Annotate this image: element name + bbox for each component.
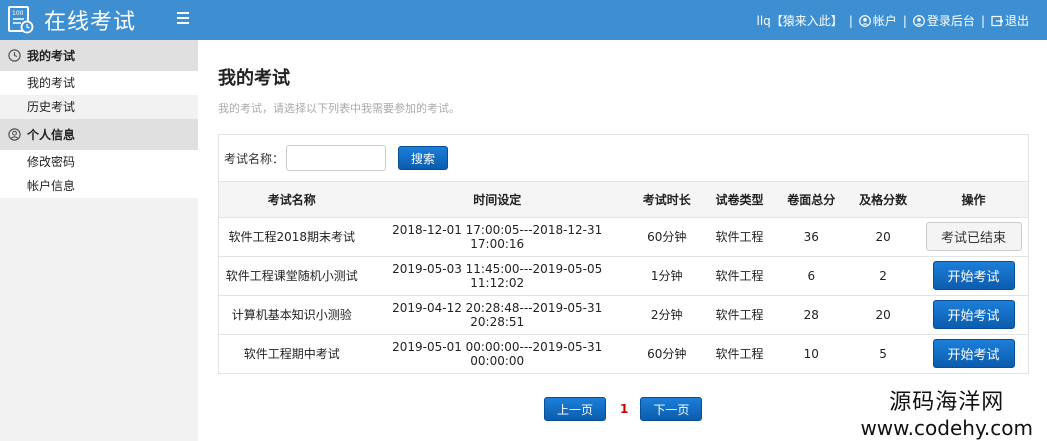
top-navbar: 100 在线考试 llq【猿来入此】 | 帐户 | 登录后台 | 退出: [0, 0, 1047, 40]
admin-login-link[interactable]: 登录后台: [913, 12, 975, 29]
exam-pass: 20: [847, 216, 919, 256]
separator: |: [980, 13, 985, 28]
user-link[interactable]: llq【猿来入此】: [757, 12, 843, 29]
start-exam-button[interactable]: 开始考试: [932, 300, 1015, 329]
exam-ended-button[interactable]: 考试已结束: [925, 222, 1022, 251]
sidebar-item-history-exams[interactable]: 历史考试: [0, 95, 198, 119]
user-circle-icon: [858, 14, 871, 27]
start-exam-button[interactable]: 开始考试: [932, 339, 1015, 369]
pagination: 上一页 1 下一页: [544, 397, 703, 421]
column-header: 卷面总分: [775, 182, 848, 218]
exam-type: 软件工程: [703, 216, 776, 256]
current-page-number[interactable]: 1: [620, 402, 628, 416]
column-header: 时间设定: [364, 182, 630, 218]
admin-login-label: 登录后台: [926, 14, 975, 28]
sidebar-group-label: 我的考试: [27, 49, 76, 63]
exam-action-cell: 开始考试: [919, 333, 1028, 373]
search-input[interactable]: [286, 145, 387, 171]
user-circle-icon: [8, 128, 21, 141]
app-title: 在线考试: [44, 10, 137, 35]
table-row: 软件工程期中考试 2019-05-01 00:00:00---2019-05-3…: [219, 333, 1028, 373]
next-page-button[interactable]: 下一页: [640, 397, 703, 421]
separator: |: [848, 13, 853, 28]
search-label: 考试名称：: [224, 151, 285, 166]
exam-type: 软件工程: [703, 333, 776, 373]
logout-label: 退出: [1004, 14, 1029, 28]
exam-time: 2018-12-01 17:00:05---2018-12-31 17:00:1…: [364, 216, 630, 256]
exam-total: 10: [775, 333, 848, 373]
clock-icon: [8, 49, 21, 62]
sidebar-item-account-info[interactable]: 帐户信息: [0, 174, 198, 198]
sidebar-group-label: 个人信息: [27, 128, 76, 142]
top-right-links: llq【猿来入此】 | 帐户 | 登录后台 | 退出: [757, 12, 1029, 29]
exam-panel: 考试名称： 搜索 考试名称 时间设定 考试时长 试卷类型 卷面总分 及格分数 操…: [218, 134, 1029, 374]
table-row: 计算机基本知识小测验 2019-04-12 20:28:48---2019-05…: [219, 294, 1028, 334]
table-header-row: 考试名称 时间设定 考试时长 试卷类型 卷面总分 及格分数 操作: [219, 182, 1028, 218]
exam-name: 软件工程课堂随机小测试: [219, 255, 365, 295]
table-row: 软件工程课堂随机小测试 2019-05-03 11:45:00---2019-0…: [219, 255, 1028, 295]
exam-duration: 1分钟: [629, 255, 704, 295]
exam-time: 2019-04-12 20:28:48---2019-05-31 20:28:5…: [364, 294, 630, 334]
exam-total: 36: [775, 216, 848, 256]
logout-icon: [991, 15, 1003, 26]
brand[interactable]: 100 在线考试: [8, 5, 136, 35]
exam-table: 考试名称 时间设定 考试时长 试卷类型 卷面总分 及格分数 操作 软件工程201…: [219, 182, 1028, 373]
exam-action-cell: 开始考试: [919, 294, 1028, 334]
column-header: 考试时长: [629, 182, 704, 218]
exam-name: 软件工程2018期末考试: [219, 216, 365, 256]
watermark-url: www.codehy.com: [860, 416, 1033, 440]
exam-action-cell: 开始考试: [919, 255, 1028, 295]
exam-pass: 20: [847, 294, 919, 334]
exam-duration: 60分钟: [629, 216, 704, 256]
sidebar-group-my-exams[interactable]: 我的考试: [0, 40, 198, 71]
prev-page-button[interactable]: 上一页: [544, 397, 606, 421]
logout-link[interactable]: 退出: [991, 12, 1029, 29]
exam-time: 2019-05-01 00:00:00---2019-05-31 00:00:0…: [364, 333, 630, 373]
exam-logo-icon: 100: [8, 6, 34, 34]
column-header: 操作: [919, 182, 1028, 218]
exam-duration: 60分钟: [629, 333, 704, 373]
watermark: 源码海洋网 www.codehy.com: [860, 384, 1033, 440]
search-bar: 考试名称： 搜索: [219, 135, 1028, 182]
exam-time: 2019-05-03 11:45:00---2019-05-05 11:12:0…: [364, 255, 630, 295]
exam-pass: 5: [847, 333, 919, 373]
exam-pass: 2: [847, 255, 919, 295]
exam-name: 软件工程期中考试: [219, 333, 365, 373]
sidebar-group-personal-info[interactable]: 个人信息: [0, 119, 198, 150]
exam-total: 6: [775, 255, 848, 295]
svg-text:100: 100: [12, 10, 24, 17]
separator: |: [902, 13, 907, 28]
account-label: 帐户: [872, 14, 897, 28]
exam-type: 软件工程: [703, 294, 776, 334]
watermark-name: 源码海洋网: [889, 390, 1005, 415]
exam-name: 计算机基本知识小测验: [219, 294, 365, 334]
page-description: 我的考试，请选择以下列表中我需要参加的考试。: [218, 102, 460, 115]
page-title: 我的考试: [218, 68, 290, 89]
sidebar: 我的考试 我的考试 历史考试 个人信息 修改密码 帐户信息: [0, 40, 198, 441]
exam-duration: 2分钟: [629, 294, 704, 334]
column-header: 试卷类型: [703, 182, 776, 218]
menu-toggle-icon[interactable]: [177, 12, 189, 24]
sidebar-item-change-password[interactable]: 修改密码: [0, 150, 198, 174]
exam-type: 软件工程: [703, 255, 776, 295]
search-button[interactable]: 搜索: [398, 146, 449, 170]
column-header: 考试名称: [219, 182, 365, 218]
exam-total: 28: [775, 294, 848, 334]
table-row: 软件工程2018期末考试 2018-12-01 17:00:05---2018-…: [219, 216, 1028, 256]
sidebar-item-my-exams[interactable]: 我的考试: [0, 71, 198, 95]
start-exam-button[interactable]: 开始考试: [932, 261, 1015, 290]
user-circle-icon: [913, 14, 925, 27]
account-link[interactable]: 帐户: [858, 12, 897, 29]
exam-action-cell: 考试已结束: [919, 216, 1028, 256]
column-header: 及格分数: [847, 182, 919, 218]
